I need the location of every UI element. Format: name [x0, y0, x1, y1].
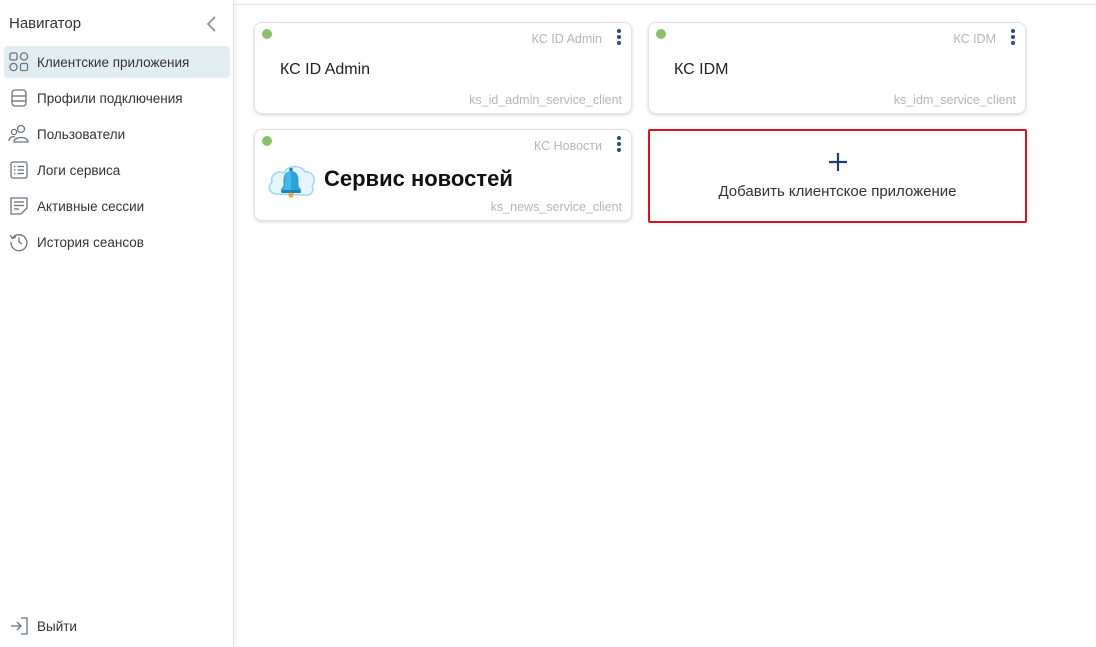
add-client-app-label: Добавить клиентское приложение	[718, 183, 957, 200]
sidebar-header: Навигатор	[9, 14, 225, 34]
status-indicator	[262, 29, 272, 39]
app-card-ks-idm[interactable]: КС IDM КС IDM ks_idm_service_client	[648, 22, 1026, 114]
app-card-ks-id-admin[interactable]: КС ID Admin КС ID Admin ks_id_admin_serv…	[254, 22, 632, 114]
apps-grid-icon	[8, 51, 30, 73]
logout-button[interactable]: Выйти	[4, 611, 230, 641]
card-title: КС ID Admin	[280, 61, 371, 78]
sidebar-item-service-logs[interactable]: Логи сервиса	[4, 154, 230, 186]
card-title: КС IDM	[674, 61, 729, 78]
app-card-ks-news[interactable]: КС Новости Сервис новостей ks_news_servi…	[254, 129, 632, 221]
card-title: Сервис новостей	[324, 166, 513, 191]
card-client-id: ks_idm_service_client	[893, 93, 1016, 107]
top-divider	[235, 4, 1096, 5]
users-icon	[8, 123, 30, 145]
sidebar-item-label: Клиентские приложения	[37, 54, 190, 70]
more-vertical-icon[interactable]	[614, 135, 624, 155]
card-client-id: ks_news_service_client	[490, 200, 622, 214]
sidebar-nav: Клиентские приложения Профили подключени…	[4, 46, 230, 262]
list-icon	[8, 159, 30, 181]
sidebar-item-label: История сеансов	[37, 234, 144, 250]
cloud-bell-logo	[265, 158, 317, 202]
sidebar-item-label: Пользователи	[37, 126, 126, 142]
database-icon	[8, 87, 30, 109]
history-icon	[8, 231, 30, 253]
sidebar-title: Навигатор	[9, 15, 82, 32]
sidebar: Навигатор Клиентские приложения Профили …	[0, 0, 234, 647]
card-client-id: ks_id_admin_service_client	[469, 93, 622, 107]
sessions-icon	[8, 195, 30, 217]
logout-icon	[8, 615, 30, 637]
more-vertical-icon[interactable]	[614, 28, 624, 48]
sidebar-item-client-apps[interactable]: Клиентские приложения	[4, 46, 230, 78]
status-indicator	[262, 136, 272, 146]
sidebar-item-label: Активные сессии	[37, 198, 145, 214]
logout-label: Выйти	[37, 618, 77, 634]
sidebar-item-session-history[interactable]: История сеансов	[4, 226, 230, 258]
more-vertical-icon[interactable]	[1008, 28, 1018, 48]
card-tag: КС Новости	[533, 139, 602, 153]
card-tag: КС IDM	[953, 32, 996, 46]
sidebar-item-active-sessions[interactable]: Активные сессии	[4, 190, 230, 222]
card-tag: КС ID Admin	[531, 32, 602, 46]
chevron-left-icon[interactable]	[205, 15, 219, 33]
sidebar-item-users[interactable]: Пользователи	[4, 118, 230, 150]
status-indicator	[656, 29, 666, 39]
sidebar-item-label: Профили подключения	[37, 90, 183, 106]
sidebar-item-label: Логи сервиса	[37, 162, 121, 178]
plus-icon	[650, 151, 1025, 178]
add-client-app-button[interactable]: Добавить клиентское приложение	[648, 129, 1027, 223]
sidebar-item-connection-profiles[interactable]: Профили подключения	[4, 82, 230, 114]
